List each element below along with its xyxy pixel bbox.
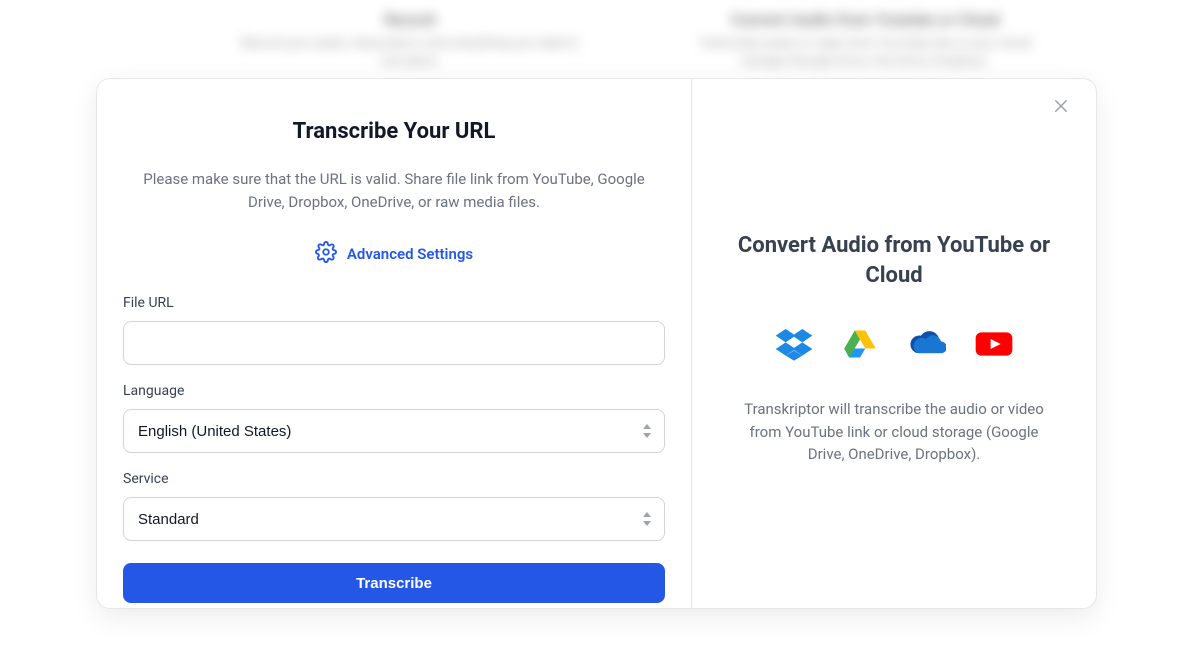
modal-right-pane: Convert Audio from YouTube or Cloud xyxy=(692,79,1096,608)
modal-description: Please make sure that the URL is valid. … xyxy=(123,168,665,213)
bg-card-cloud-title: Convert Audio from Youtube or Cloud xyxy=(680,10,1050,29)
advanced-settings-link[interactable]: Advanced Settings xyxy=(315,241,473,267)
bg-card-record-sub: Record your audio, transcribe it, and ev… xyxy=(230,35,590,71)
gear-icon xyxy=(315,241,337,267)
modal-title: Transcribe Your URL xyxy=(123,119,665,144)
right-description: Transkriptor will transcribe the audio o… xyxy=(722,398,1066,466)
google-drive-icon xyxy=(842,326,878,362)
right-title: Convert Audio from YouTube or Cloud xyxy=(722,231,1066,290)
file-url-input[interactable] xyxy=(123,321,665,365)
cloud-service-icons xyxy=(774,324,1014,364)
service-select[interactable]: Standard xyxy=(123,497,665,541)
dropbox-icon xyxy=(774,324,814,364)
onedrive-icon xyxy=(906,324,946,364)
close-button[interactable] xyxy=(1052,97,1074,119)
language-label: Language xyxy=(123,383,665,399)
language-select[interactable]: English (United States) xyxy=(123,409,665,453)
bg-card-record-title: Record xyxy=(230,10,590,29)
bg-card-cloud-sub: Transcribe audio or video from YouTube l… xyxy=(680,35,1050,71)
transcribe-url-modal: Transcribe Your URL Please make sure tha… xyxy=(96,78,1097,609)
youtube-icon xyxy=(974,324,1014,364)
transcribe-button[interactable]: Transcribe xyxy=(123,563,665,603)
advanced-settings-label: Advanced Settings xyxy=(347,245,473,263)
modal-left-pane: Transcribe Your URL Please make sure tha… xyxy=(97,79,692,608)
service-label: Service xyxy=(123,471,665,487)
file-url-label: File URL xyxy=(123,295,665,311)
